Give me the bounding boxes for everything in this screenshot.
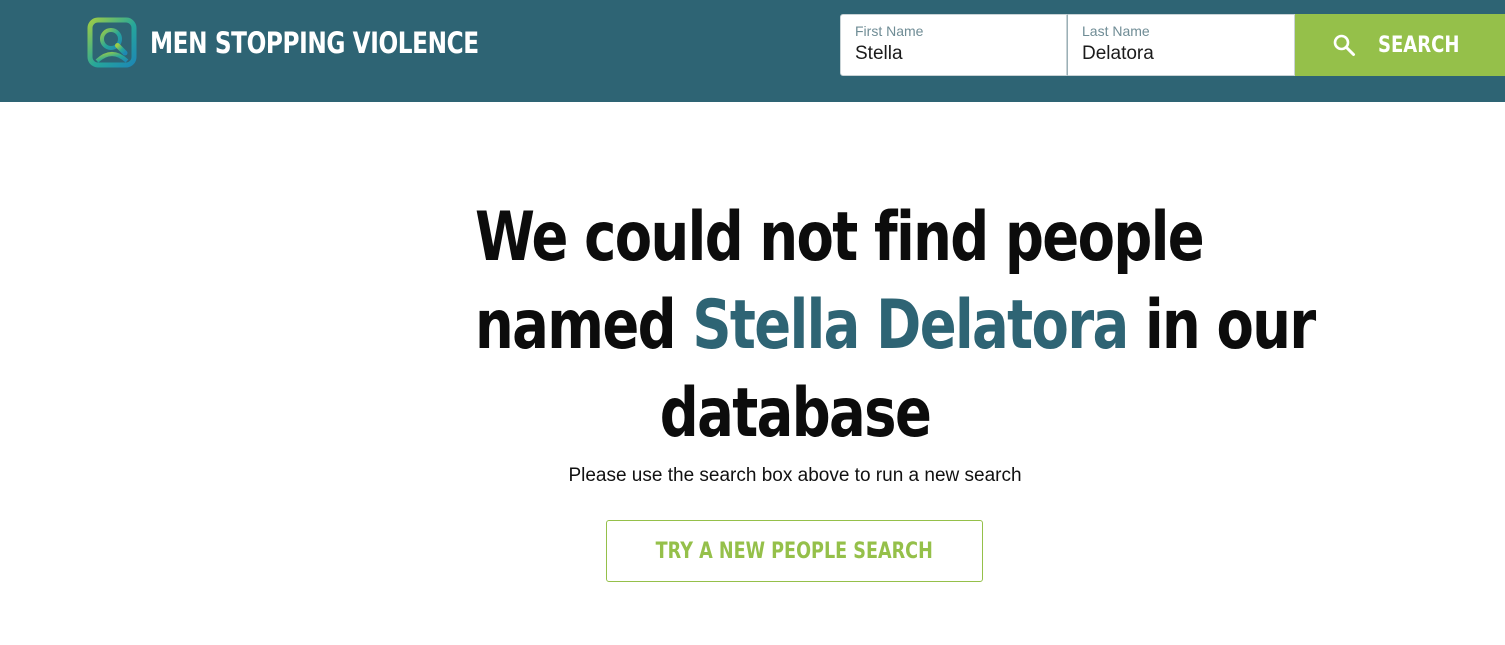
brand-name: MEN STOPPING VIOLENCE [150, 25, 479, 60]
last-name-field[interactable]: Last Name [1067, 14, 1295, 76]
magnifier-in-square-icon [87, 17, 137, 68]
headline-named: named [475, 286, 677, 365]
try-new-search-button[interactable]: TRY A NEW PEOPLE SEARCH [606, 520, 983, 582]
first-name-input[interactable] [855, 43, 1055, 65]
people-search-form: First Name Last Name SEARCH [840, 14, 1505, 76]
site-header: MEN STOPPING VIOLENCE First Name Last Na… [0, 0, 1505, 102]
last-name-label: Last Name [1082, 23, 1150, 39]
first-name-field[interactable]: First Name [840, 14, 1067, 76]
first-name-label: First Name [855, 23, 924, 39]
searched-name: Stella Delatora [692, 286, 1129, 365]
headline-line-2: named Stella Delatora in our [475, 282, 1316, 370]
headline-line-3: database [659, 374, 932, 453]
site-logo[interactable]: MEN STOPPING VIOLENCE [87, 17, 561, 68]
no-results-headline: We could not find people named Stella De… [395, 194, 1316, 458]
search-icon [1333, 34, 1355, 56]
try-new-search-label: TRY A NEW PEOPLE SEARCH [655, 538, 934, 564]
search-button[interactable]: SEARCH [1295, 14, 1505, 76]
main-content: We could not find people named Stella De… [0, 102, 1505, 645]
headline-line-1: We could not find people [475, 198, 1205, 277]
search-button-label: SEARCH [1377, 32, 1460, 58]
last-name-input[interactable] [1082, 43, 1282, 65]
headline-in-our: in our [1145, 286, 1316, 365]
search-hint: Please use the search box above to run a… [568, 465, 1022, 486]
